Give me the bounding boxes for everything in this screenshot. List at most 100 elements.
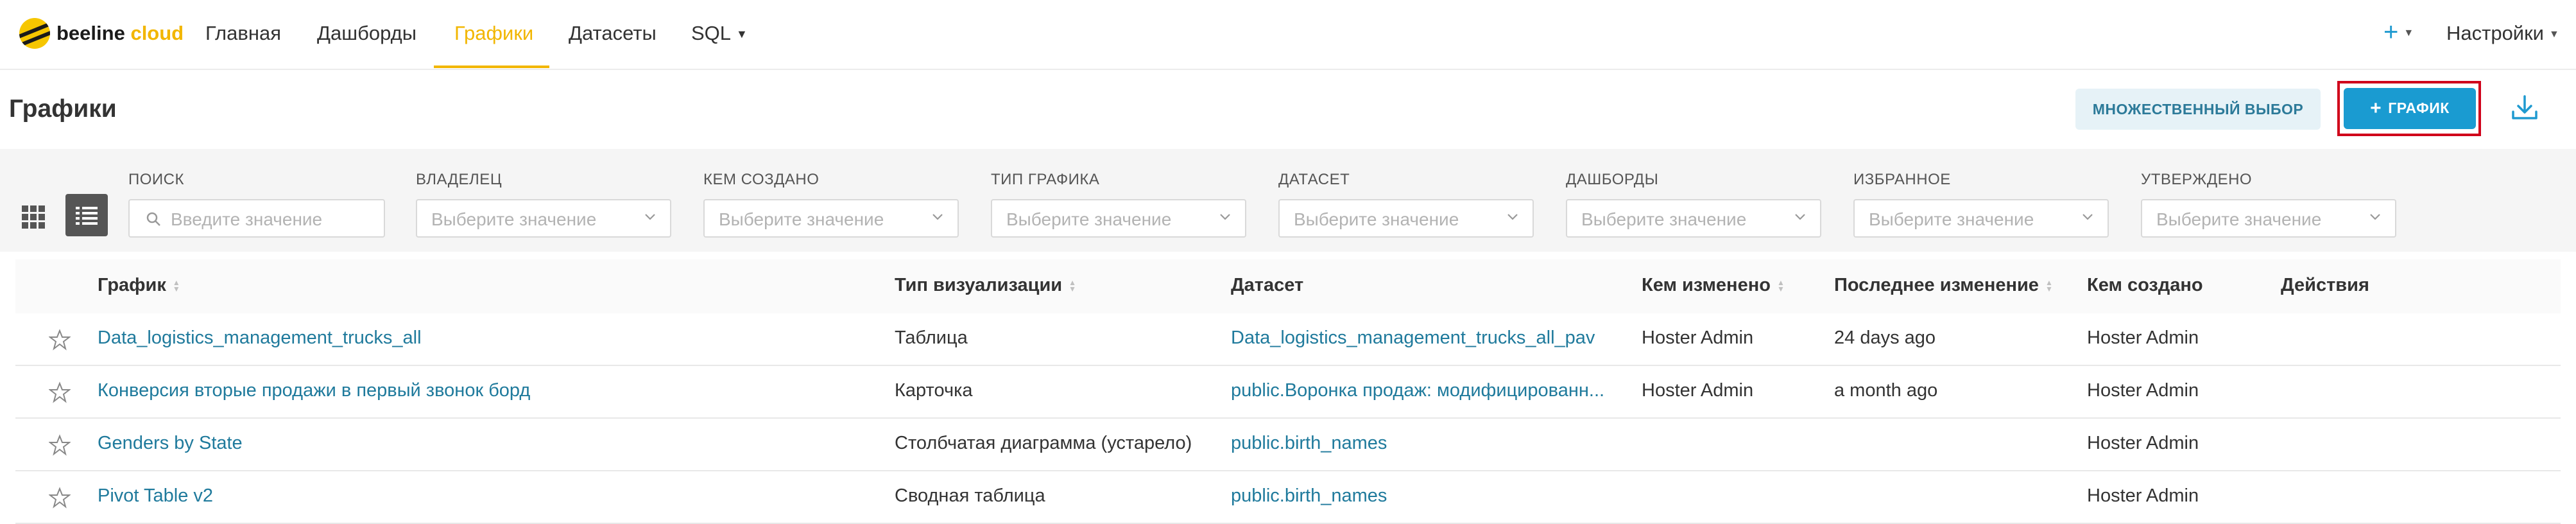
filter-dashboards: ДАШБОРДЫ Выберите значение — [1566, 171, 1821, 238]
dataset-select[interactable]: Выберите значение — [1278, 199, 1534, 238]
download-icon[interactable] — [2509, 92, 2540, 123]
owner-select[interactable]: Выберите значение — [416, 199, 671, 238]
column-header-label: Тип визуализации — [895, 275, 1063, 295]
top-navbar: beeline cloud Главная Дашборды Графики Д… — [0, 0, 2576, 70]
chart-type-select[interactable]: Выберите значение — [991, 199, 1246, 238]
favorite-star-icon[interactable] — [49, 381, 71, 403]
filter-label: ИЗБРАННОЕ — [1853, 171, 1951, 188]
search-input[interactable]: Введите значение — [128, 199, 385, 238]
nav-item-datasets[interactable]: Датасеты — [569, 22, 657, 45]
select-placeholder: Выберите значение — [1006, 209, 1172, 229]
column-header-actions: Действия — [2281, 275, 2369, 295]
list-view-button[interactable] — [65, 194, 108, 236]
filter-bar: ПОИСК Введите значение ВЛАДЕЛЕЦ Выберите… — [0, 149, 2576, 252]
column-header-last-modified[interactable]: Последнее изменение ▲ ▼ — [1834, 275, 2053, 296]
favorite-star-icon[interactable] — [49, 329, 71, 351]
sort-icon: ▲ ▼ — [1776, 278, 1785, 294]
new-menu-button[interactable]: + ▼ — [2383, 18, 2414, 47]
column-header-label: Кем изменено — [1642, 275, 1771, 295]
filter-label: КЕМ СОЗДАНО — [703, 171, 820, 188]
nav-item-charts[interactable]: Графики — [454, 22, 533, 45]
column-header-label: Последнее изменение — [1834, 275, 2039, 295]
filter-chart-type: ТИП ГРАФИКА Выберите значение — [991, 171, 1246, 238]
favorites-select[interactable]: Выберите значение — [1853, 199, 2109, 238]
created-by-cell: Hoster Admin — [2087, 485, 2199, 506]
created-by-cell: Hoster Admin — [2087, 380, 2199, 401]
brand-name: beeline cloud — [56, 22, 184, 45]
beeline-logo-icon — [19, 18, 50, 49]
chevron-down-icon — [1795, 214, 1805, 220]
filter-owner: ВЛАДЕЛЕЦ Выберите значение — [416, 171, 671, 238]
filter-label: ДАТАСЕТ — [1278, 171, 1350, 188]
filter-dataset: ДАТАСЕТ Выберите значение — [1278, 171, 1534, 238]
nav-item-sql-label: SQL — [691, 22, 732, 44]
column-header-viz-type[interactable]: Тип визуализации ▲ ▼ — [895, 275, 1076, 296]
brand-logo[interactable]: beeline cloud — [19, 18, 184, 49]
favorite-star-icon[interactable] — [49, 434, 71, 456]
chart-name-link[interactable]: Data_logistics_management_trucks_all — [98, 328, 422, 349]
brand-name-part-a: beeline — [56, 22, 125, 44]
search-placeholder: Введите значение — [171, 209, 323, 229]
filter-certified: УТВЕРЖДЕНО Выберите значение — [2141, 171, 2396, 238]
viz-type-cell: Сводная таблица — [895, 485, 1045, 506]
nav-item-dashboards[interactable]: Дашборды — [317, 22, 416, 45]
chevron-down-icon — [1507, 214, 1518, 220]
filter-favorites: ИЗБРАННОЕ Выберите значение — [1853, 171, 2109, 238]
nav-item-sql[interactable]: SQL ▼ — [691, 22, 748, 45]
plus-icon: + — [2383, 18, 2399, 46]
chart-name-link[interactable]: Конверсия вторые продажи в первый звонок… — [98, 380, 530, 401]
select-placeholder: Выберите значение — [1581, 209, 1747, 229]
table-row: Data_logistics_management_trucks_all Таб… — [15, 313, 2561, 366]
certified-select[interactable]: Выберите значение — [2141, 199, 2396, 238]
dataset-link[interactable]: Data_logistics_management_trucks_all_pav — [1231, 328, 1595, 349]
list-view-icon — [76, 207, 98, 225]
chart-name-link[interactable]: Pivot Table v2 — [98, 485, 213, 507]
card-view-icon[interactable] — [21, 204, 46, 230]
chevron-down-icon — [2370, 214, 2380, 220]
created-by-select[interactable]: Выберите значение — [703, 199, 959, 238]
add-chart-button[interactable]: + ГРАФИК — [2344, 88, 2476, 129]
sort-icon: ▲ ▼ — [2045, 278, 2053, 294]
select-placeholder: Выберите значение — [431, 209, 597, 229]
favorite-star-icon[interactable] — [49, 487, 71, 509]
column-header-chart[interactable]: График ▲ ▼ — [98, 275, 180, 296]
column-header-label: График — [98, 275, 166, 295]
table-header: График ▲ ▼ Тип визуализации ▲ ▼ Датасет Кем … — [15, 259, 2561, 313]
chevron-down-icon — [2082, 214, 2093, 220]
page-title: Графики — [9, 95, 117, 123]
column-header-dataset[interactable]: Датасет — [1231, 275, 1303, 296]
viz-type-cell: Столбчатая диаграмма (устарело) — [895, 433, 1192, 453]
filter-label: ВЛАДЕЛЕЦ — [416, 171, 502, 188]
chevron-down-icon — [645, 214, 655, 220]
active-tab-indicator — [434, 66, 549, 68]
column-header-created-by[interactable]: Кем создано — [2087, 275, 2203, 296]
viz-type-cell: Таблица — [895, 328, 968, 348]
select-placeholder: Выберите значение — [1294, 209, 1459, 229]
chevron-down-icon — [932, 214, 943, 220]
bulk-select-button[interactable]: МНОЖЕСТВЕННЫЙ ВЫБОР — [2075, 89, 2321, 130]
filter-label: ДАШБОРДЫ — [1566, 171, 1659, 188]
dashboards-select[interactable]: Выберите значение — [1566, 199, 1821, 238]
nav-item-home[interactable]: Главная — [205, 22, 281, 45]
column-header-modified-by[interactable]: Кем изменено ▲ ▼ — [1642, 275, 1785, 296]
select-placeholder: Выберите значение — [2156, 209, 2322, 229]
dataset-link[interactable]: public.Воронка продаж: модифицированн... — [1231, 380, 1604, 401]
dataset-link[interactable]: public.birth_names — [1231, 485, 1387, 507]
sort-icon: ▲ ▼ — [172, 278, 180, 294]
select-placeholder: Выберите значение — [1869, 209, 2034, 229]
filter-label: УТВЕРЖДЕНО — [2141, 171, 2253, 188]
table-row: Genders by State Столбчатая диаграмма (у… — [15, 419, 2561, 471]
chart-name-link[interactable]: Genders by State — [98, 433, 243, 454]
viz-type-cell: Карточка — [895, 380, 973, 401]
dataset-link[interactable]: public.birth_names — [1231, 433, 1387, 454]
created-by-cell: Hoster Admin — [2087, 433, 2199, 453]
table-row: Pivot Table v2 Сводная таблица public.bi… — [15, 471, 2561, 524]
settings-menu[interactable]: Настройки ▼ — [2446, 22, 2559, 45]
modified-by-cell: Hoster Admin — [1642, 328, 1754, 348]
select-placeholder: Выберите значение — [719, 209, 884, 229]
filter-search: ПОИСК Введите значение — [128, 171, 385, 238]
last-modified-cell: a month ago — [1834, 380, 1938, 401]
plus-icon: + — [2370, 98, 2382, 119]
chevron-down-icon — [1220, 214, 1230, 220]
filter-label: ПОИСК — [128, 171, 184, 188]
